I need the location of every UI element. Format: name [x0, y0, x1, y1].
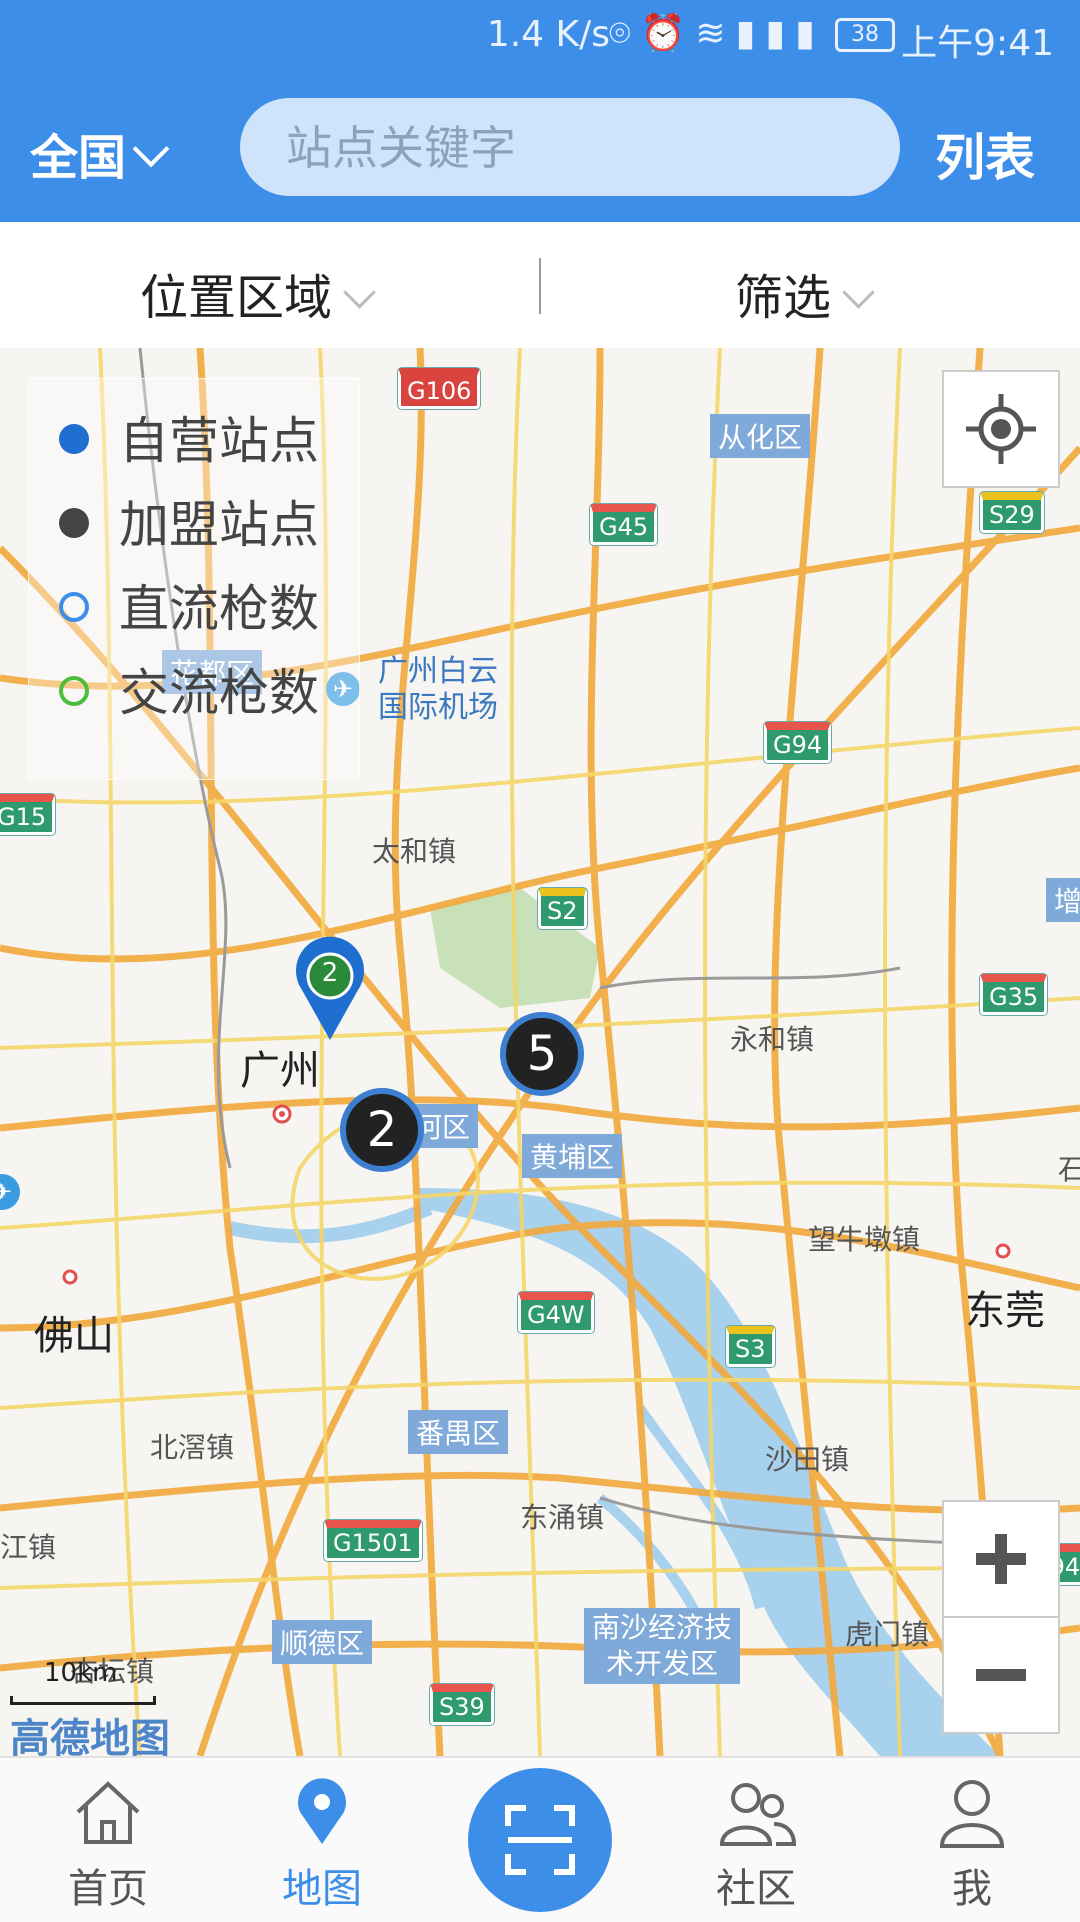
district-label: 增 — [1046, 878, 1080, 922]
place-label: 石 — [1058, 1153, 1080, 1186]
screen-filter-label: 筛选 — [735, 270, 832, 326]
district-label: 南沙经济技 术开发区 — [584, 1608, 741, 1684]
nav-label: 首页 — [68, 1866, 148, 1912]
district-label: 番禺区 — [408, 1410, 509, 1454]
search-input[interactable] — [284, 120, 868, 176]
place-label: 广州 — [240, 1048, 320, 1094]
place-label: 永和镇 — [730, 1023, 815, 1056]
zoom-in-button[interactable] — [942, 1500, 1060, 1618]
place-label: 东莞 — [965, 1288, 1045, 1334]
region-select[interactable]: 全国 — [30, 118, 170, 188]
location-area-filter[interactable]: 位置区域 — [140, 258, 376, 328]
zoom-out-button[interactable] — [942, 1616, 1060, 1734]
chevron-down-icon — [343, 276, 376, 309]
franchise-dot-icon — [59, 507, 89, 538]
screen-filter[interactable]: 筛选 — [735, 258, 875, 328]
network-speed: 1.4 K/s — [486, 14, 610, 55]
community-icon — [719, 1783, 796, 1846]
place-label: 北滘镇 — [150, 1431, 235, 1464]
user-icon — [939, 1780, 1005, 1848]
scan-icon — [505, 1805, 575, 1875]
nav-community[interactable]: 社区 — [656, 1758, 856, 1922]
highway-shield: G4W — [518, 1292, 594, 1333]
map-scale-label: 10km — [44, 1658, 118, 1688]
list-view-button[interactable]: 列表 — [935, 118, 1035, 190]
highway-shield: S2 — [538, 888, 587, 929]
legend-item: 直流枪数 — [59, 569, 319, 641]
highway-shield: G1501 — [324, 1520, 422, 1561]
district-label: 顺德区 — [272, 1620, 373, 1664]
legend-item: 交流枪数 — [59, 653, 319, 725]
signal-icon: ▮▮▮ — [735, 13, 825, 54]
highway-shield: G35 — [980, 974, 1048, 1015]
district-label: 从化区 — [710, 414, 811, 458]
place-label: 虎门镇 — [845, 1618, 930, 1651]
divider — [539, 258, 541, 314]
nav-map[interactable]: 地图 — [222, 1758, 422, 1922]
station-cluster[interactable]: 2 — [340, 1088, 424, 1172]
crosshair-icon — [966, 394, 1036, 464]
nav-home[interactable]: 首页 — [8, 1758, 208, 1922]
map-scale-bar — [10, 1696, 156, 1705]
pin-count: 2 — [321, 958, 339, 988]
highway-shield: G15 — [0, 794, 56, 835]
map-legend: 自营站点 加盟站点 直流枪数 交流枪数 — [28, 378, 360, 780]
status-icons: ⌾⏰≋▮▮▮ — [609, 12, 825, 55]
legend-item: 自营站点 — [59, 401, 319, 473]
highway-shield: G94 — [764, 722, 832, 763]
locate-me-button[interactable] — [942, 370, 1060, 488]
nav-label: 我 — [952, 1866, 992, 1912]
map-view[interactable]: 广州 佛山 东莞 太和镇 永和镇 望牛墩镇 北滘镇 东涌镇 沙田镇 虎门镇 杏坛… — [0, 348, 1080, 1756]
nav-label: 地图 — [282, 1866, 362, 1912]
place-label: 东涌镇 — [520, 1501, 605, 1534]
place-label: 望牛墩镇 — [808, 1223, 921, 1256]
clock: 上午9:41 — [901, 23, 1054, 64]
location-icon: ⌾ — [608, 13, 641, 54]
wifi-icon: ≋ — [695, 13, 736, 54]
dc-ring-icon — [59, 591, 89, 622]
self-operated-dot-icon — [59, 423, 89, 454]
region-label: 全国 — [30, 130, 127, 186]
place-label: 沙田镇 — [765, 1443, 850, 1476]
search-box[interactable] — [240, 98, 900, 196]
plus-icon — [976, 1534, 1026, 1584]
place-label: 太和镇 — [372, 835, 457, 868]
map-pin-icon — [298, 1778, 346, 1844]
home-icon — [76, 1781, 140, 1844]
battery-icon: 38 — [835, 18, 895, 52]
minus-icon — [976, 1669, 1026, 1681]
map-provider-logo: 高德地图 — [10, 1716, 170, 1756]
highway-shield: S39 — [430, 1684, 494, 1725]
highway-shield: G45 — [590, 504, 658, 545]
legend-item: 加盟站点 — [59, 485, 319, 557]
highway-shield: G106 — [398, 368, 481, 409]
station-cluster[interactable]: 5 — [500, 1012, 584, 1096]
highway-shield: S29 — [980, 492, 1044, 533]
place-label: 佛山 — [34, 1313, 114, 1359]
top-header: 1.4 K/s ⌾⏰≋▮▮▮ 38 上午9:41 全国 列表 — [0, 0, 1080, 222]
map-pin-icon — [296, 936, 364, 1040]
highway-shield: S3 — [726, 1326, 775, 1367]
location-area-label: 位置区域 — [140, 270, 333, 326]
nav-label: 社区 — [716, 1866, 796, 1912]
district-label: 黄埔区 — [522, 1134, 623, 1178]
ac-ring-icon — [59, 675, 89, 706]
place-label: 江镇 — [0, 1531, 57, 1564]
chevron-down-icon — [842, 276, 875, 309]
bottom-nav: 首页 地图 社区 我 — [0, 1756, 1080, 1922]
status-bar: 1.4 K/s ⌾⏰≋▮▮▮ 38 上午9:41 — [0, 0, 1080, 75]
station-pin[interactable]: 2 — [290, 936, 370, 1046]
alarm-icon: ⏰ — [640, 13, 696, 54]
chevron-down-icon — [132, 130, 170, 168]
nav-me[interactable]: 我 — [872, 1758, 1072, 1922]
scan-button[interactable] — [468, 1768, 612, 1912]
filter-bar: 位置区域 筛选 — [0, 222, 1080, 348]
